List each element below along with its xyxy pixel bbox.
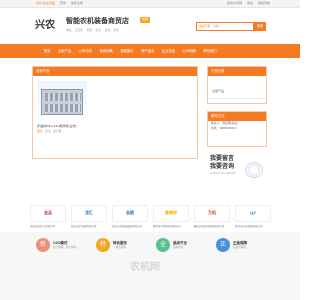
feature-text: O2O模式 线上购物，线下体验 xyxy=(53,241,76,248)
topbar-right: 我的牛商网 我的 网站导航 xyxy=(227,1,270,6)
site-logo[interactable]: 兴农 xyxy=(35,20,55,32)
register-link[interactable]: 免费注册 xyxy=(71,1,83,6)
brand-logo[interactable]: 金品 xyxy=(30,205,66,222)
category-panel-title: 产品分类 xyxy=(208,67,266,76)
nav-item-0[interactable]: 首页 xyxy=(40,44,54,58)
contact-panel-title: 联系方式 xyxy=(208,112,266,121)
product-price: 面议 元/台 起订量 xyxy=(37,128,87,133)
promo-line2: 我要咨询 xyxy=(210,164,235,170)
topbar: 您好,欢迎光临 登录 免费注册 我的牛商网 我的 网站导航 xyxy=(0,0,300,8)
brand-caption[interactable]: 常州志航机械设备有限公司 xyxy=(112,225,148,228)
shop-badge: 优质 xyxy=(140,17,151,23)
brand-caption[interactable]: 海城金品铁艺有限公司 xyxy=(30,225,66,228)
nav-item-2[interactable]: 公司动态 xyxy=(75,44,96,58)
nav-item-7[interactable]: 公司相册 xyxy=(179,44,200,58)
shop-type: 商家：直营 xyxy=(104,28,119,32)
dryer-machine-image xyxy=(41,89,83,115)
brand-logo[interactable]: 龙汇 xyxy=(71,205,107,222)
brand-list: 金品 海城金品铁艺有限公司 龙汇 德州龙汇机械有限公司 志航 常州志航机械设备有限公司 貴興… xyxy=(30,205,271,228)
feature-title: 正品保障 xyxy=(233,241,247,246)
brand-item[interactable]: 志航常州志航机械设备有限公司 xyxy=(112,205,148,228)
feature-list: 新 O2O模式 线上购物，线下体验特特色服务 一站式采购全品类齐全 品种丰富正正品保障质… xyxy=(36,238,262,252)
my-link[interactable]: 我的 xyxy=(247,1,253,6)
brand-logo[interactable]: 万机 xyxy=(194,205,230,222)
promo-line3: CONSULTING SERVICE xyxy=(210,173,236,175)
nav-items: 首页 全部产品 公司动态 营销战略 视频展示 商户留言 企业信息 公司相册 联系我们 xyxy=(40,44,220,58)
brand-caption[interactable]: 潍坊贵兴祥机械有限公司 xyxy=(153,225,189,228)
product-panel: 全部产品 步进式8.5m-14m热风机(立式) 面议 元/台 起订量 xyxy=(32,66,198,159)
shop-address: 地址：江苏省 xyxy=(66,28,83,32)
contact-panel: 联系方式 联系人：周经理(先生) 手机：18006465013 xyxy=(207,111,267,147)
nav-item-5[interactable]: 商户留言 xyxy=(137,44,158,58)
brand-item[interactable]: 龙汇德州龙汇机械有限公司 xyxy=(71,205,107,228)
feature-text: 特色服务 一站式采购 xyxy=(113,241,127,248)
my-account-link[interactable]: 我的牛商网 xyxy=(227,1,242,6)
feature-item: 正正品保障 质量有保障 xyxy=(216,238,262,252)
search-input[interactable]: 本店产品 全站 xyxy=(196,22,254,31)
nav-item-4[interactable]: 视频展示 xyxy=(117,44,138,58)
category-panel: 产品分类 全部产品 xyxy=(207,66,267,104)
consult-promo[interactable]: 我要留言 我要咨询 CONSULTING SERVICE xyxy=(207,152,267,184)
category-item-all[interactable]: 全部产品 xyxy=(208,86,266,99)
feature-icon: 特 xyxy=(96,238,110,252)
feature-subtitle: 品种丰富 xyxy=(173,245,184,249)
price-unit: 元/台 xyxy=(44,128,51,133)
price-note: 起订量 xyxy=(52,128,62,133)
brand-item[interactable]: QZ 开封市兴农机械有限公司 xyxy=(235,205,271,228)
contact-phone: 手机：18006465013 xyxy=(211,126,237,131)
feature-icon: 新 xyxy=(36,238,50,252)
search-scope-shop[interactable]: 本店产品 xyxy=(199,24,210,28)
brand-logo[interactable]: QZ xyxy=(235,205,271,222)
feature-title: 品类齐全 xyxy=(173,241,187,246)
price-label: 面议 xyxy=(37,128,43,133)
main-nav: 首页 全部产品 公司动态 营销战略 视频展示 商户留言 企业信息 公司相册 联系我们 xyxy=(0,44,300,58)
brand-item[interactable]: 貴興祥潍坊贵兴祥机械有限公司 xyxy=(153,205,189,228)
brand-item[interactable]: 金品海城金品铁艺有限公司 xyxy=(30,205,66,228)
feature-subtitle: 线上购物，线下体验 xyxy=(53,245,77,249)
site-nav-link[interactable]: 网站导航 xyxy=(258,1,270,6)
nav-item-1[interactable]: 全部产品 xyxy=(54,44,75,58)
product-image[interactable] xyxy=(37,81,87,123)
nav-item-3[interactable]: 营销战略 xyxy=(96,44,117,58)
search-bar: 本店产品 全站 搜索 xyxy=(196,22,266,31)
header: 兴农 智能农机装备商贸店 优质 地址：江苏省 服务：全天 商家：直营 本店产品 … xyxy=(0,8,300,42)
feature-icon: 全 xyxy=(156,238,170,252)
product-panel-title: 全部产品 xyxy=(33,67,197,76)
feature-item: 特特色服务 一站式采购 xyxy=(96,238,142,252)
brand-item[interactable]: 万机重庆万机农业机械有限公司 xyxy=(194,205,230,228)
welcome-text: 您好,欢迎光临 xyxy=(36,1,55,5)
feature-item: 新 O2O模式 线上购物，线下体验 xyxy=(36,238,82,252)
topbar-links: 您好,欢迎光临 登录 免费注册 xyxy=(36,1,83,6)
brand-logo[interactable]: 志航 xyxy=(112,205,148,222)
search-scope-all[interactable]: 全站 xyxy=(213,24,219,28)
shop-meta: 地址：江苏省 服务：全天 商家：直营 xyxy=(66,28,119,32)
feature-text: 正品保障 质量有保障 xyxy=(233,241,247,248)
feature-icon: 正 xyxy=(216,238,230,252)
login-link[interactable]: 登录 xyxy=(60,1,66,6)
product-card[interactable]: 步进式8.5m-14m热风机(立式) 面议 元/台 起订量 xyxy=(37,81,87,133)
brand-caption[interactable]: 开封市兴农机械有限公司 xyxy=(235,225,271,228)
feature-subtitle: 质量有保障 xyxy=(233,245,246,249)
brand-caption[interactable]: 德州龙汇机械有限公司 xyxy=(71,225,107,228)
shop-name: 智能农机装备商贸店 xyxy=(66,17,129,25)
feature-text: 品类齐全 品种丰富 xyxy=(173,241,187,248)
feature-subtitle: 一站式采购 xyxy=(113,245,126,249)
nav-item-8[interactable]: 联系我们 xyxy=(200,44,221,58)
feature-title: 特色服务 xyxy=(113,241,127,246)
plates-icon xyxy=(245,162,263,178)
feature-item: 全品类齐全 品种丰富 xyxy=(156,238,202,252)
shop-service: 服务：全天 xyxy=(86,28,101,32)
nav-item-6[interactable]: 企业信息 xyxy=(158,44,179,58)
brand-caption[interactable]: 重庆万机农业机械有限公司 xyxy=(194,225,230,228)
promo-line1: 我要留言 xyxy=(210,156,235,162)
watermark: 农机网 xyxy=(130,262,160,273)
search-button[interactable]: 搜索 xyxy=(254,22,266,31)
brand-logo[interactable]: 貴興祥 xyxy=(153,205,189,222)
